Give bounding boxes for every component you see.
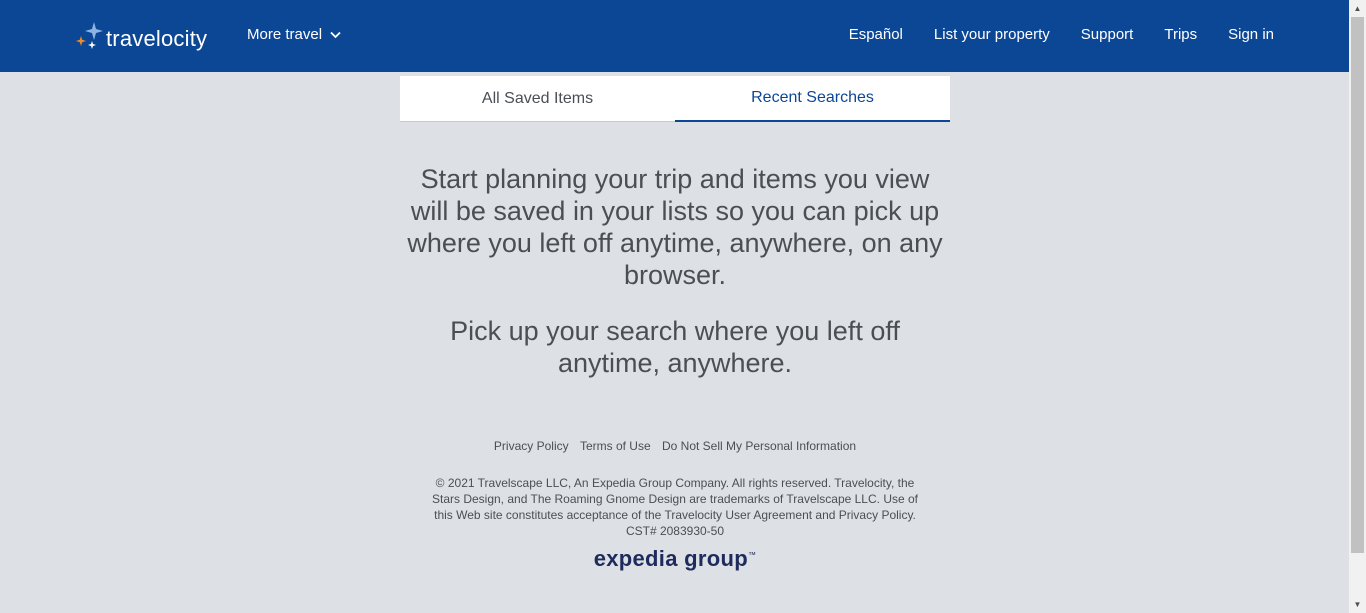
- footer-links: Privacy Policy Terms of Use Do Not Sell …: [400, 439, 950, 453]
- copyright-text: © 2021 Travelscape LLC, An Expedia Group…: [431, 476, 918, 522]
- tab-recent-searches[interactable]: Recent Searches: [675, 76, 950, 122]
- expedia-group-logo[interactable]: expedia group™: [400, 546, 950, 572]
- cst-number: CST# 2083930-50: [625, 524, 725, 538]
- empty-state-message: Start planning your trip and items you v…: [407, 164, 943, 290]
- travelocity-logo[interactable]: travelocity: [74, 19, 214, 53]
- lists-tabs: All Saved Items Recent Searches: [400, 76, 950, 122]
- chevron-down-icon: [330, 26, 341, 43]
- nav-list-your-property[interactable]: List your property: [934, 26, 1050, 43]
- copyright-notice: © 2021 Travelscape LLC, An Expedia Group…: [430, 475, 920, 539]
- scroll-up-arrow-icon[interactable]: ▲: [1349, 0, 1366, 17]
- nav-sign-in[interactable]: Sign in: [1228, 26, 1274, 43]
- travelocity-stars-icon: [74, 21, 104, 51]
- vertical-scrollbar[interactable]: ▲ ▼: [1349, 0, 1366, 613]
- logo-wordmark: travelocity: [106, 26, 208, 51]
- site-header: travelocity More travel Español List you…: [0, 0, 1349, 72]
- footer-privacy-policy[interactable]: Privacy Policy: [494, 439, 569, 453]
- scroll-down-arrow-icon[interactable]: ▼: [1349, 596, 1366, 613]
- footer-terms-of-use[interactable]: Terms of Use: [580, 439, 651, 453]
- page: travelocity More travel Español List you…: [0, 0, 1349, 613]
- nav-support[interactable]: Support: [1081, 26, 1134, 43]
- nav-trips[interactable]: Trips: [1164, 26, 1197, 43]
- recent-searches-message: Pick up your search where you left off a…: [450, 316, 900, 378]
- header-nav: Español List your property Support Trips…: [818, 26, 1274, 43]
- tab-all-saved-items[interactable]: All Saved Items: [400, 76, 675, 122]
- footer-do-not-sell[interactable]: Do Not Sell My Personal Information: [662, 439, 856, 453]
- more-travel-menu[interactable]: More travel: [247, 26, 341, 43]
- expedia-group-wordmark: expedia group: [593, 546, 748, 571]
- more-travel-label: More travel: [247, 26, 323, 43]
- nav-espanol[interactable]: Español: [849, 26, 903, 43]
- scroll-thumb[interactable]: [1351, 17, 1364, 553]
